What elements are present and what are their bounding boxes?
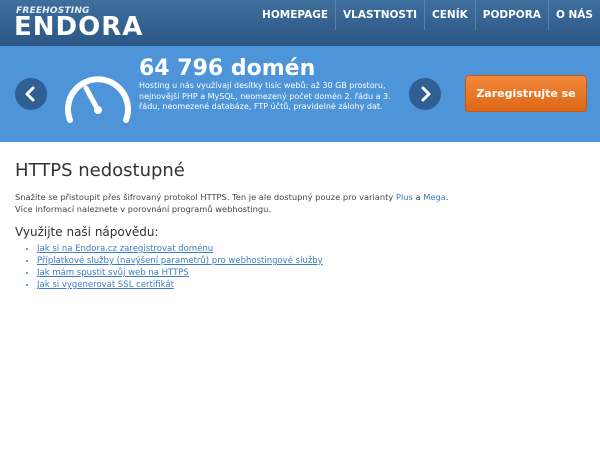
https-info-paragraph: Snažíte se přistoupit přes šifrovaný pro…: [15, 191, 585, 215]
https-info-period: .: [445, 192, 449, 202]
banner-next-button[interactable]: [409, 78, 441, 110]
logo-wordmark: ENDORA: [14, 12, 144, 42]
nav-item-vlastnosti[interactable]: VLASTNOSTI: [335, 0, 424, 30]
chevron-left-icon: [25, 86, 35, 102]
register-button[interactable]: Zaregistrujte se: [465, 75, 587, 112]
nav-item-cenik[interactable]: CENÍK: [424, 0, 475, 30]
list-item: Jak si na Endora.cz zaregistrovat doménu: [37, 243, 585, 255]
help-title: Využijte naši nápovědu:: [15, 225, 159, 239]
domain-count: 64 796 domén: [139, 56, 316, 81]
promo-banner: 64 796 domén Hosting u nás využívají des…: [0, 46, 600, 142]
help-link-https[interactable]: Jak mám spustit svůj web na HTTPS: [37, 268, 189, 278]
https-info-text: Snažíte se přistoupit přes šifrovaný pro…: [15, 192, 394, 202]
help-list: Jak si na Endora.cz zaregistrovat doménu…: [15, 243, 585, 291]
help-link-register-domain[interactable]: Jak si na Endora.cz zaregistrovat doménu: [37, 244, 213, 254]
list-item: Příplatkové služby (navýšení parametrů) …: [37, 255, 585, 267]
main-nav: HOMEPAGE VLASTNOSTI CENÍK PODPORA O NÁS: [255, 0, 600, 30]
hosting-description: Hosting u nás využívají desítky tisíc we…: [139, 81, 391, 111]
speedometer-icon: [65, 76, 131, 123]
banner-prev-button[interactable]: [15, 78, 47, 110]
plan-link-plus[interactable]: Plus: [396, 192, 413, 202]
https-info-and: a: [415, 192, 421, 202]
https-info-more: Více informací naleznete v porovnání pro…: [15, 204, 271, 214]
plan-link-mega[interactable]: Mega: [423, 192, 446, 202]
nav-item-homepage[interactable]: HOMEPAGE: [255, 0, 335, 30]
nav-item-podpora[interactable]: PODPORA: [474, 0, 548, 30]
help-link-paid-services[interactable]: Příplatkové služby (navýšení parametrů) …: [37, 256, 323, 266]
main-content: HTTPS nedostupné Snažíte se přistoupit p…: [15, 160, 585, 291]
nav-item-o-nas[interactable]: O NÁS: [547, 0, 600, 30]
page-title: HTTPS nedostupné: [15, 160, 185, 181]
chevron-right-icon: [421, 86, 431, 102]
list-item: Jak si vygenerovat SSL certifikát: [37, 279, 585, 291]
top-bar: FREEHOSTING ENDORA HOMEPAGE VLASTNOSTI C…: [0, 0, 600, 46]
endora-logo[interactable]: FREEHOSTING ENDORA: [14, 4, 154, 44]
help-link-ssl[interactable]: Jak si vygenerovat SSL certifikát: [37, 280, 174, 290]
list-item: Jak mám spustit svůj web na HTTPS: [37, 267, 585, 279]
